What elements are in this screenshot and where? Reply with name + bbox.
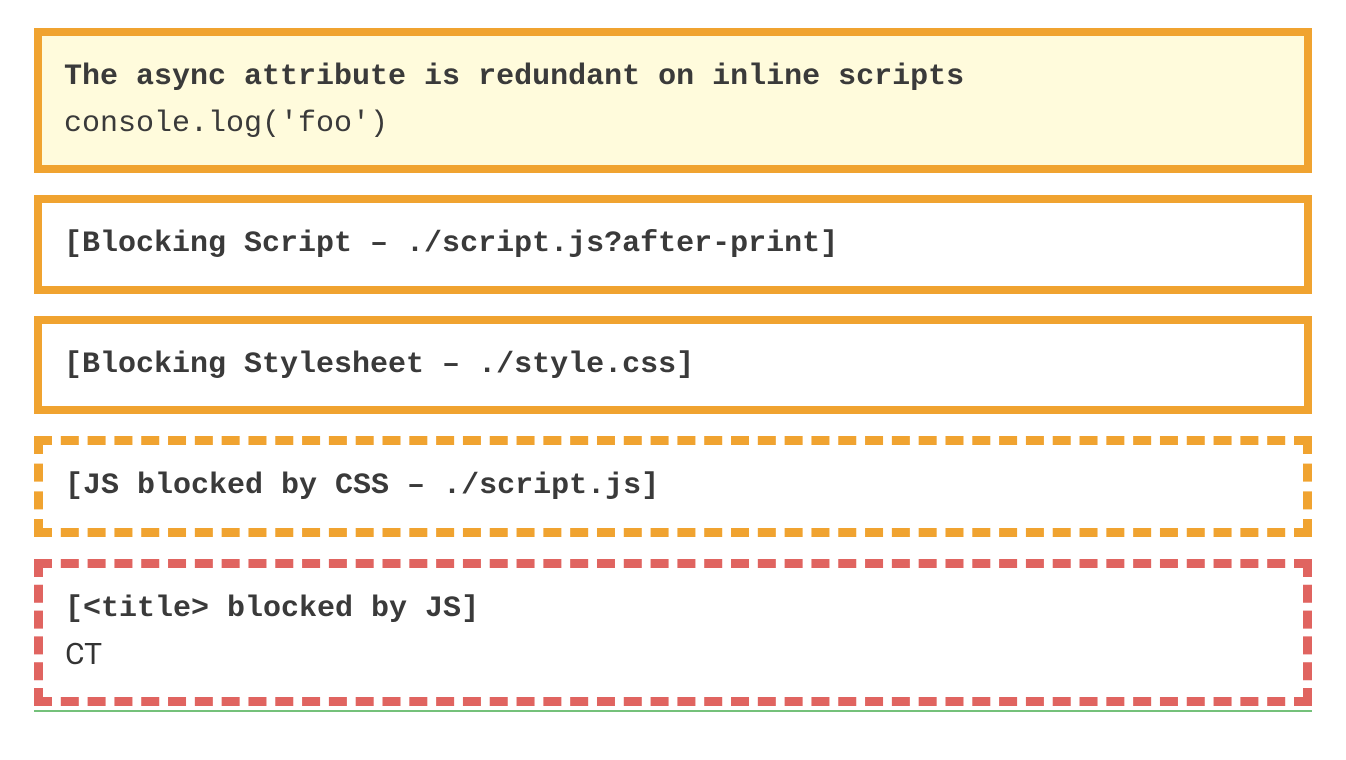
blocking-script: [Blocking Script – ./script.js?after-pri… [34, 195, 1312, 294]
warning-async-redundant: The async attribute is redundant on inli… [34, 28, 1312, 173]
js-blocked-by-css: [JS blocked by CSS – ./script.js] [34, 436, 1312, 537]
blocking-stylesheet: [Blocking Stylesheet – ./style.css] [34, 316, 1312, 415]
js-blocked-label: [JS blocked by CSS – ./script.js] [65, 463, 1281, 510]
warning-title: The async attribute is redundant on inli… [64, 54, 1282, 101]
bottom-divider [34, 710, 1312, 712]
diagnostics-stack: The async attribute is redundant on inli… [34, 28, 1312, 706]
warning-code-snippet: console.log('foo') [64, 101, 1282, 148]
title-blocked-by-js: [<title> blocked by JS] CT [34, 559, 1312, 706]
title-blocked-extra: CT [65, 632, 1281, 679]
blocking-stylesheet-label: [Blocking Stylesheet – ./style.css] [64, 342, 1282, 389]
title-blocked-label: [<title> blocked by JS] [65, 586, 1281, 633]
blocking-script-label: [Blocking Script – ./script.js?after-pri… [64, 221, 1282, 268]
